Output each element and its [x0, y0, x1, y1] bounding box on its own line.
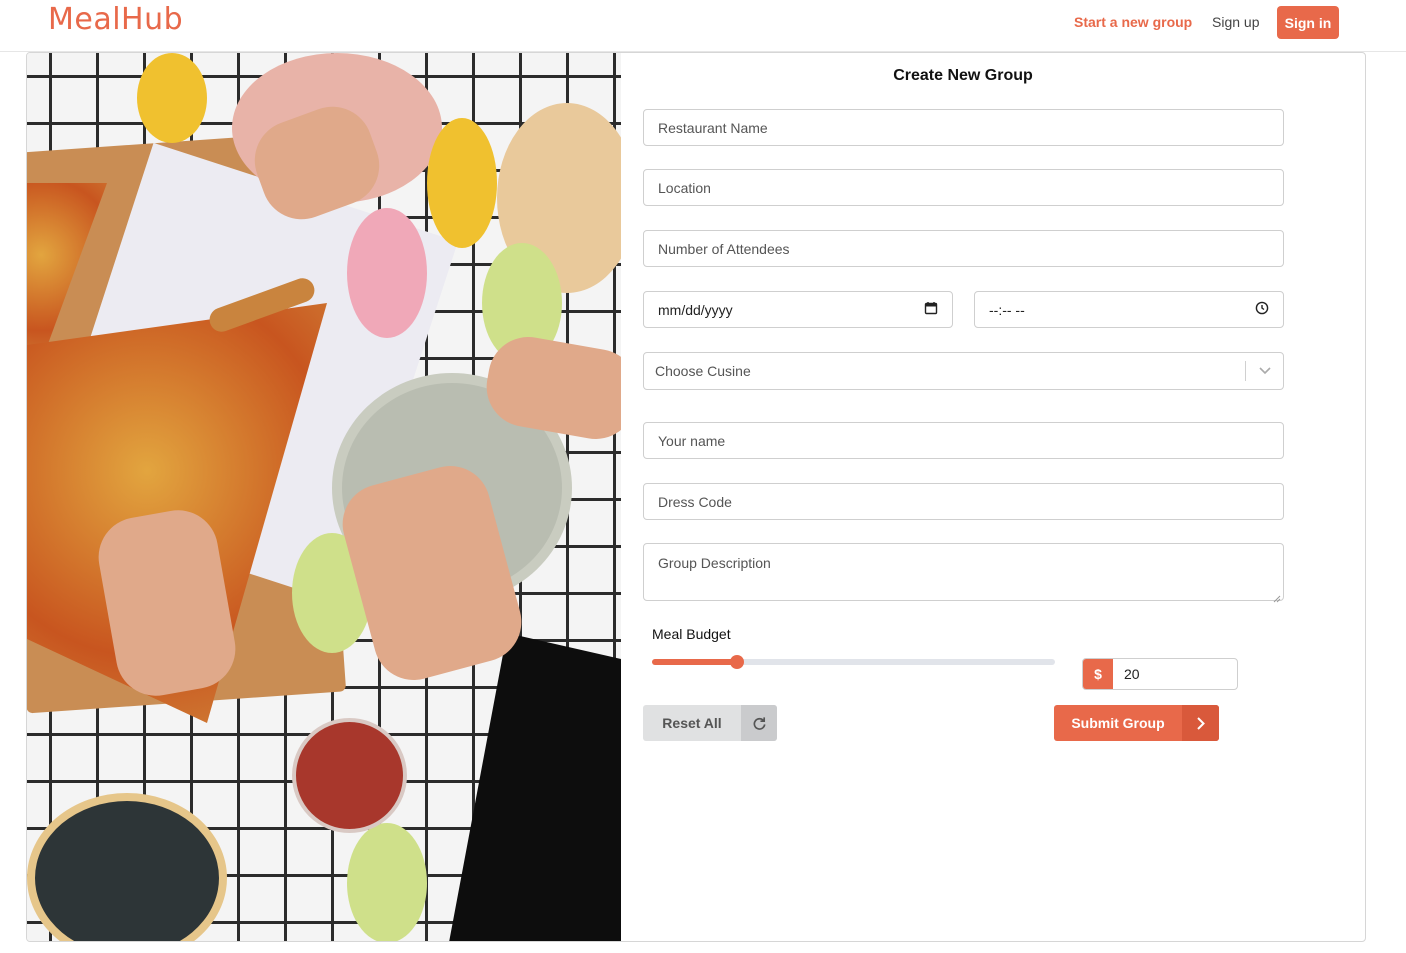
restaurant-name-input[interactable]: Restaurant Name — [643, 109, 1284, 146]
your-name-input[interactable]: Your name — [643, 422, 1284, 459]
dress-code-placeholder: Dress Code — [658, 493, 732, 510]
your-name-placeholder: Your name — [658, 432, 726, 449]
resize-handle-icon[interactable] — [1273, 590, 1281, 603]
cuisine-select[interactable]: Choose Cusine — [643, 352, 1284, 390]
budget-amount-input[interactable]: $ 20 — [1082, 658, 1238, 690]
location-input[interactable]: Location — [643, 169, 1284, 206]
restaurant-name-placeholder: Restaurant Name — [658, 119, 768, 136]
start-group-link[interactable]: Start a new group — [1074, 14, 1192, 30]
meal-budget-label: Meal Budget — [652, 626, 731, 642]
slider-thumb[interactable] — [729, 655, 744, 669]
clock-icon[interactable] — [1255, 301, 1269, 318]
logo[interactable]: MealHub — [48, 2, 183, 37]
calendar-icon[interactable] — [924, 301, 938, 318]
submit-group-button[interactable]: Submit Group — [1054, 705, 1219, 741]
refresh-icon — [741, 705, 777, 741]
reset-all-label: Reset All — [662, 715, 722, 731]
date-input[interactable]: mm/dd/yyyy — [643, 291, 953, 328]
currency-label: $ — [1083, 659, 1113, 689]
reset-all-button[interactable]: Reset All — [643, 705, 777, 741]
location-placeholder: Location — [658, 179, 711, 196]
time-placeholder: --:-- -- — [989, 301, 1025, 318]
form-title: Create New Group — [893, 67, 1033, 84]
top-navbar: MealHub Start a new group Sign up Sign i… — [0, 0, 1406, 52]
attendees-placeholder: Number of Attendees — [658, 240, 790, 257]
chevron-right-icon — [1182, 705, 1219, 741]
cuisine-placeholder: Choose Cusine — [655, 363, 751, 379]
sign-up-link[interactable]: Sign up — [1212, 14, 1259, 30]
budget-value[interactable]: 20 — [1113, 659, 1140, 689]
attendees-input[interactable]: Number of Attendees — [643, 230, 1284, 267]
food-photo — [27, 53, 621, 941]
submit-group-label: Submit Group — [1071, 715, 1165, 731]
time-input[interactable]: --:-- -- — [974, 291, 1284, 328]
group-description-placeholder: Group Description — [658, 555, 771, 571]
slider-fill — [652, 659, 737, 665]
meal-budget-slider[interactable] — [652, 655, 1055, 669]
dress-code-input[interactable]: Dress Code — [643, 483, 1284, 520]
date-placeholder: mm/dd/yyyy — [658, 301, 733, 318]
group-description-textarea[interactable]: Group Description — [643, 543, 1284, 603]
chevron-down-icon[interactable] — [1246, 353, 1283, 390]
sign-in-button[interactable]: Sign in — [1277, 6, 1339, 39]
